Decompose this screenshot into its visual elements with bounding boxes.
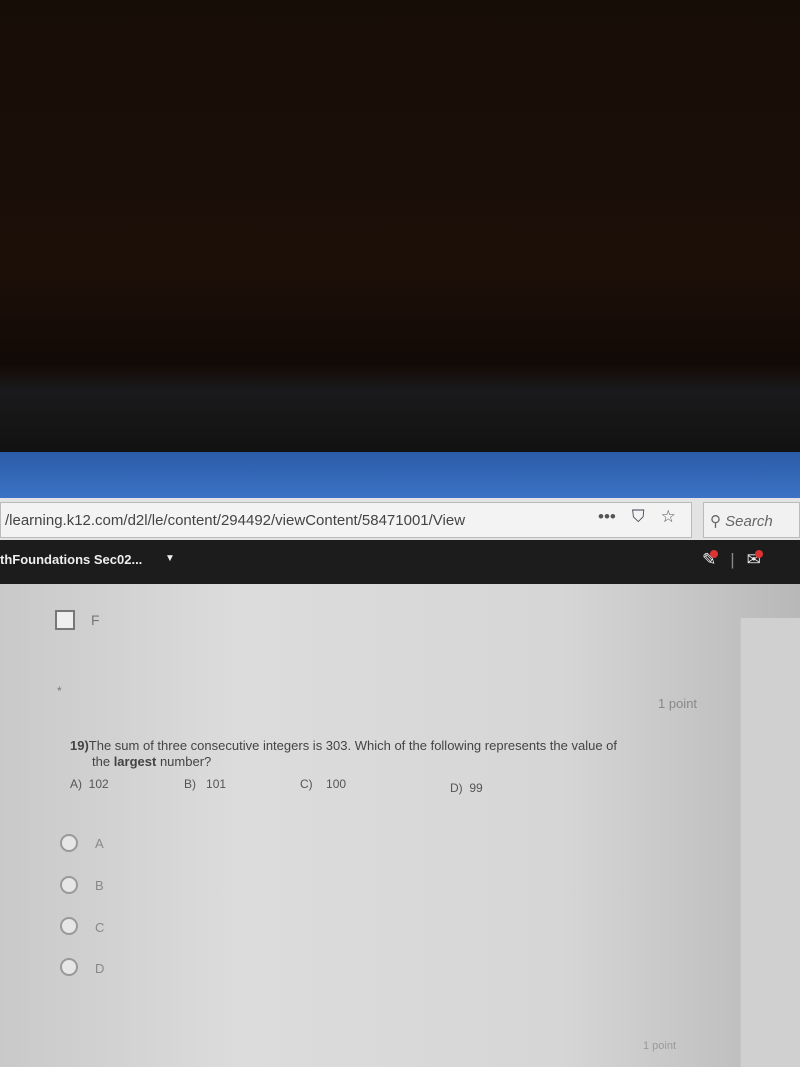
question-line2-end: number? — [156, 754, 212, 769]
chevron-down-icon[interactable]: ▼ — [165, 553, 175, 564]
choice-d: D) 99 — [450, 781, 483, 795]
checkbox-label: F — [91, 612, 100, 628]
star-icon[interactable]: ☆ — [661, 507, 676, 527]
background-room — [0, 0, 800, 455]
radio-d[interactable] — [60, 958, 78, 976]
question-text: 19)The sum of three consecutive integers… — [70, 738, 700, 770]
messages-icon[interactable]: ✉ — [747, 550, 763, 570]
pocket-icon[interactable]: ⛉ — [632, 507, 645, 527]
browser-titlebar — [0, 452, 800, 500]
radio-label-a: A — [95, 836, 104, 851]
address-bar[interactable]: /learning.k12.com/d2l/le/content/294492/… — [0, 502, 692, 538]
browser-toolbar: /learning.k12.com/d2l/le/content/294492/… — [0, 498, 800, 542]
course-selector[interactable]: thFoundations Sec02... — [0, 552, 142, 567]
choice-a: A) 102 — [70, 777, 109, 791]
side-panel — [740, 618, 800, 1067]
divider: | — [730, 550, 735, 569]
radio-label-b: B — [95, 878, 104, 893]
radio-label-d: D — [95, 961, 105, 976]
choice-c: C) 100 — [300, 777, 347, 791]
required-marker: * — [57, 684, 62, 698]
question-line2: the — [92, 754, 114, 769]
emphasis: largest — [113, 754, 157, 769]
radio-b[interactable] — [60, 876, 78, 894]
question-line1: The sum of three consecutive integers is… — [88, 738, 618, 753]
search-placeholder: Search — [725, 513, 773, 530]
quiz-content: F * 1 point 19)The sum of three consecut… — [0, 584, 800, 1067]
url-text: /learning.k12.com/d2l/le/content/294492/… — [5, 512, 466, 529]
next-points-label: 1 point — [643, 1040, 677, 1052]
radio-c[interactable] — [60, 917, 78, 935]
more-icon[interactable]: ••• — [598, 507, 616, 527]
search-icon: ⚲ — [710, 513, 721, 530]
search-input[interactable]: ⚲ Search — [703, 502, 800, 538]
question-number: 19) — [70, 738, 89, 753]
radio-label-c: C — [95, 920, 105, 935]
course-navbar: thFoundations Sec02... ▼ ✎ | ✉ — [0, 540, 800, 584]
choice-b: B) 101 — [184, 777, 227, 791]
points-label: 1 point — [658, 696, 698, 711]
notifications-icon[interactable]: ✎ — [702, 550, 719, 570]
checkbox-f[interactable] — [55, 610, 75, 630]
radio-a[interactable] — [60, 834, 78, 852]
